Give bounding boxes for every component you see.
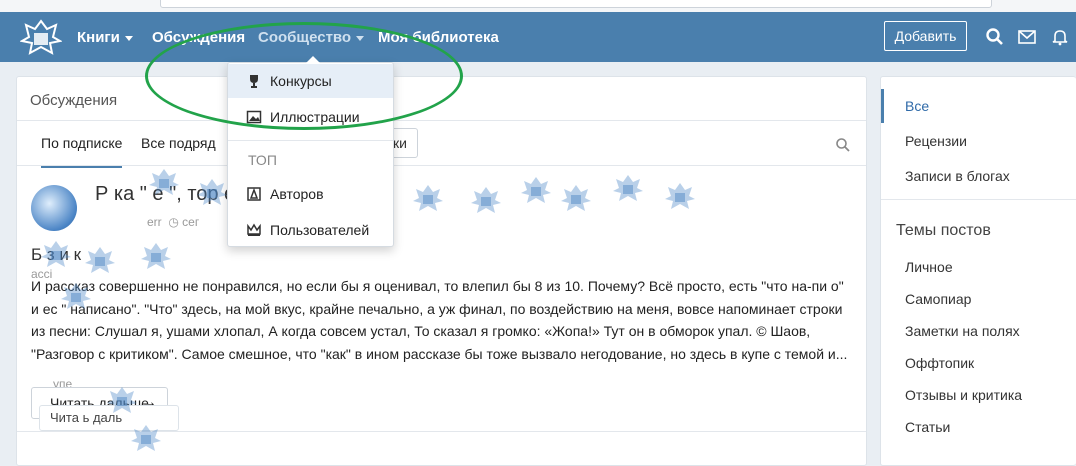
divider (17, 165, 866, 166)
search-icon[interactable] (835, 137, 851, 153)
menu-item-label: Авторов (270, 186, 324, 202)
avatar[interactable] (31, 185, 77, 231)
menu-item-contests[interactable]: Конкурсы (228, 64, 393, 98)
topic-selfpromo[interactable]: Самопиар (905, 291, 971, 307)
post-title[interactable]: Р ка " е ", тор ел (95, 183, 246, 206)
menu-item-top-users[interactable]: Пользователей (228, 213, 393, 247)
mail-icon[interactable] (1017, 27, 1037, 47)
menu-item-illustrations[interactable]: Иллюстрации (228, 100, 393, 134)
search-icon[interactable] (985, 27, 1005, 47)
chevron-down-icon (356, 35, 365, 41)
sidebar-item-blogs[interactable]: Записи в блогах (905, 168, 1010, 184)
nav-discussions[interactable]: Обсуждения (152, 29, 245, 46)
trophy-icon (250, 75, 258, 88)
sidebar: Все Рецензии Записи в блогах Темы постов… (880, 76, 1076, 466)
add-button[interactable]: Добавить (884, 21, 967, 51)
post-text: И рассказ совершенно не понравился, но е… (31, 278, 848, 362)
nav-books-label: Книги (77, 29, 120, 46)
community-dropdown: Конкурсы Иллюстрации ТОП Авторов Пользов… (227, 56, 394, 247)
discussions-card: Обсуждения По подписке Все подряд ки Р к… (16, 76, 867, 466)
top-search-field[interactable] (160, 0, 992, 8)
post-author[interactable]: err (147, 215, 162, 229)
dropdown-notch (306, 56, 320, 63)
nav-my-library[interactable]: Моя библиотека (378, 29, 499, 46)
sidebar-item-reviews[interactable]: Рецензии (905, 133, 967, 149)
sidebar-item-all[interactable]: Все (905, 98, 929, 114)
chevron-down-icon (124, 35, 133, 41)
topic-articles[interactable]: Статьи (905, 419, 950, 435)
crown-icon (247, 223, 261, 236)
nav-books[interactable]: Книги (77, 29, 133, 46)
tab-all[interactable]: Все подряд (141, 135, 216, 151)
author-icon (247, 187, 261, 201)
topic-notes[interactable]: Заметки на полях (905, 323, 1020, 339)
read-more-button-ghost[interactable]: Чита ь даль (39, 405, 179, 431)
post-heading[interactable]: Б з и к (31, 245, 81, 265)
bell-icon[interactable] (1050, 27, 1070, 47)
tab-subscribed[interactable]: По подписке (41, 135, 123, 168)
menu-heading-top: ТОП (248, 152, 277, 168)
divider (17, 120, 866, 121)
nav-community-label: Сообщество (258, 29, 352, 46)
navbar: Книги Обсуждения Сообщество Моя библиоте… (0, 12, 1076, 62)
top-strip (0, 0, 1076, 12)
menu-item-label: Конкурсы (270, 73, 332, 89)
menu-item-label: Иллюстрации (270, 109, 360, 125)
post-meta: err ◷ сег (147, 215, 200, 229)
nav-community[interactable]: Сообщество (258, 29, 365, 46)
topic-reviews-critique[interactable]: Отзывы и критика (905, 387, 1022, 403)
divider (17, 431, 866, 432)
menu-item-top-authors[interactable]: Авторов (228, 177, 393, 211)
topics-title: Темы постов (896, 222, 991, 239)
post-time: сег (182, 215, 200, 229)
active-indicator (881, 89, 884, 123)
discussions-title: Обсуждения (30, 92, 118, 109)
topic-offtopic[interactable]: Оффтопик (905, 355, 974, 371)
image-icon (246, 110, 262, 124)
divider (881, 199, 1076, 200)
menu-item-label: Пользователей (270, 222, 370, 238)
divider (228, 140, 393, 141)
topic-personal[interactable]: Личное (905, 259, 953, 275)
logo-icon[interactable] (20, 17, 62, 57)
